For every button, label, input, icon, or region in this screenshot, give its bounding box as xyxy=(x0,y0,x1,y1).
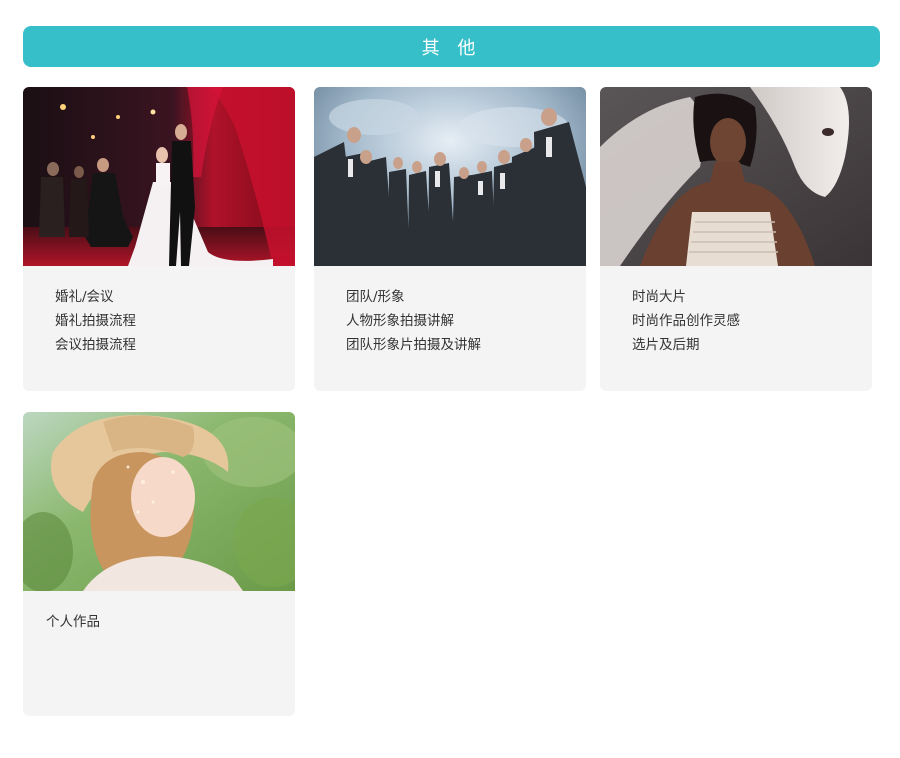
card-line[interactable]: 婚礼/会议 xyxy=(55,285,285,309)
personal-portrait-photo[interactable] xyxy=(23,412,295,591)
card-line[interactable]: 团队形象片拍摄及讲解 xyxy=(346,333,576,357)
card-personal-lines: 个人作品 xyxy=(46,610,285,634)
card-wedding[interactable]: 婚礼/会议 婚礼拍摄流程 会议拍摄流程 xyxy=(23,87,295,391)
card-team-lines: 团队/形象 人物形象拍摄讲解 团队形象片拍摄及讲解 xyxy=(346,285,576,357)
card-line[interactable]: 时尚大片 xyxy=(632,285,862,309)
card-line[interactable]: 个人作品 xyxy=(46,610,285,634)
card-line[interactable]: 团队/形象 xyxy=(346,285,576,309)
card-line[interactable]: 会议拍摄流程 xyxy=(55,333,285,357)
card-fashion[interactable]: 时尚大片 时尚作品创作灵感 选片及后期 xyxy=(600,87,872,391)
card-line[interactable]: 婚礼拍摄流程 xyxy=(55,309,285,333)
card-fashion-lines: 时尚大片 时尚作品创作灵感 选片及后期 xyxy=(632,285,862,357)
card-line[interactable]: 选片及后期 xyxy=(632,333,862,357)
card-personal[interactable]: 个人作品 xyxy=(23,412,295,716)
wedding-ceremony-photo[interactable] xyxy=(23,87,295,266)
card-team[interactable]: 团队/形象 人物形象拍摄讲解 团队形象片拍摄及讲解 xyxy=(314,87,586,391)
card-line[interactable]: 人物形象拍摄讲解 xyxy=(346,309,576,333)
section-header: 其 他 xyxy=(23,26,880,67)
section-title: 其 他 xyxy=(421,37,482,59)
team-group-photo[interactable] xyxy=(314,87,586,266)
card-line[interactable]: 时尚作品创作灵感 xyxy=(632,309,862,333)
fashion-horse-photo[interactable] xyxy=(600,87,872,266)
card-wedding-lines: 婚礼/会议 婚礼拍摄流程 会议拍摄流程 xyxy=(55,285,285,357)
